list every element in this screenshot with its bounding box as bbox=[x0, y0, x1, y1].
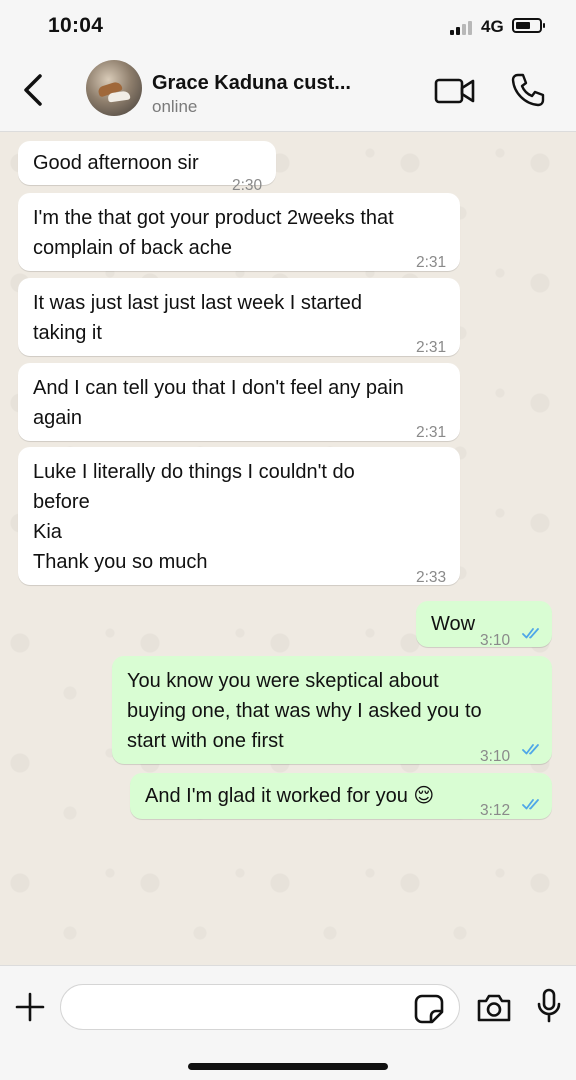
voice-call-button[interactable] bbox=[510, 72, 546, 108]
read-ticks-icon bbox=[522, 799, 539, 810]
contact-status: online bbox=[152, 97, 198, 116]
message-bubble-outgoing[interactable]: Wow 3:10 bbox=[416, 601, 552, 649]
message-time: 2:31 bbox=[416, 339, 447, 356]
message-time: 2:31 bbox=[416, 424, 447, 441]
sticker-button[interactable] bbox=[414, 994, 444, 1024]
message-time: 3:10 bbox=[480, 632, 511, 649]
message-bubble-outgoing[interactable]: And I'm glad it worked for you 😌 3:12 bbox=[130, 773, 552, 819]
message-bubble-incoming[interactable]: It was just last just last week I starte… bbox=[18, 278, 460, 356]
avatar[interactable] bbox=[86, 60, 142, 116]
microphone-button[interactable] bbox=[536, 988, 562, 1024]
message-text: Wow bbox=[431, 613, 476, 635]
input-bar bbox=[0, 965, 576, 1080]
chevron-left-icon bbox=[24, 74, 42, 106]
status-bar: 10:04 4G bbox=[0, 0, 576, 50]
chat-area[interactable]: Good afternoon sir 2:30 I'm the that got… bbox=[0, 133, 576, 965]
message-time: 3:10 bbox=[480, 748, 511, 765]
message-bubble-incoming[interactable]: And I can tell you that I don't feel any… bbox=[18, 363, 460, 441]
message-text: You know you were skeptical about buying… bbox=[127, 670, 482, 752]
message-time: 2:31 bbox=[416, 254, 447, 271]
network-label: 4G bbox=[481, 17, 504, 36]
battery-icon bbox=[512, 18, 545, 33]
message-bubble-incoming[interactable]: I'm the that got your product 2weeks tha… bbox=[18, 193, 460, 271]
home-indicator[interactable] bbox=[188, 1063, 388, 1070]
message-time: 3:12 bbox=[480, 802, 511, 819]
sticker-icon bbox=[414, 994, 444, 1024]
read-ticks-icon bbox=[522, 628, 539, 639]
microphone-icon bbox=[537, 988, 561, 1023]
message-input[interactable] bbox=[60, 984, 460, 1030]
message-bubble-outgoing[interactable]: You know you were skeptical about buying… bbox=[112, 656, 552, 765]
back-button[interactable] bbox=[18, 70, 50, 110]
message-bubble-incoming[interactable]: Good afternoon sir 2:30 bbox=[18, 141, 276, 194]
message-bubble-incoming[interactable]: Luke I literally do things I couldn't do… bbox=[18, 447, 460, 586]
phone-icon bbox=[511, 73, 545, 107]
status-time: 10:04 bbox=[48, 14, 104, 37]
attach-button[interactable] bbox=[14, 991, 46, 1023]
message-text: I'm the that got your product 2weeks tha… bbox=[33, 207, 394, 259]
camera-icon bbox=[477, 994, 511, 1022]
plus-icon bbox=[15, 992, 45, 1022]
message-text: It was just last just last week I starte… bbox=[33, 292, 363, 344]
message-time: 2:33 bbox=[416, 569, 447, 586]
signal-icon bbox=[450, 19, 476, 35]
contact-name[interactable]: Grace Kaduna cust... bbox=[152, 72, 351, 95]
video-camera-icon bbox=[434, 78, 475, 104]
camera-button[interactable] bbox=[476, 992, 512, 1024]
read-ticks-icon bbox=[522, 744, 539, 755]
video-call-button[interactable] bbox=[434, 76, 476, 106]
message-text: Luke I literally do things I couldn't do… bbox=[33, 461, 355, 573]
message-text: And I can tell you that I don't feel any… bbox=[33, 377, 404, 429]
message-text: And I'm glad it worked for you 😌 bbox=[145, 785, 435, 807]
chat-header: Grace Kaduna cust... online bbox=[0, 50, 576, 132]
message-text: Good afternoon sir bbox=[33, 152, 199, 174]
